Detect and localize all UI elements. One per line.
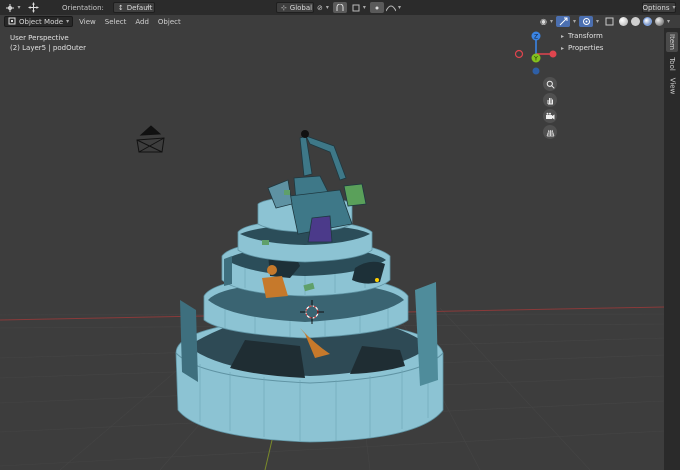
overlays-toggle-icon[interactable] xyxy=(579,16,594,27)
tab-item-label: Item xyxy=(668,34,676,50)
pivot-point-icon[interactable]: ⊘ xyxy=(314,2,326,13)
disclosure-triangle-icon: ▸ xyxy=(561,44,565,52)
shading-rendered-icon[interactable] xyxy=(655,17,665,26)
3d-viewport[interactable]: User Perspective (2) Layer5 | podOuter Z… xyxy=(0,28,664,470)
chevron-down-icon: ▾ xyxy=(146,4,150,11)
light-object xyxy=(301,130,309,138)
tab-view[interactable]: View xyxy=(666,76,678,96)
snap-target-icon[interactable] xyxy=(349,2,363,13)
sidebar-panel: ▸ Transform ▸ Properties xyxy=(561,28,664,58)
cake-model[interactable] xyxy=(175,130,444,443)
menu-object[interactable]: Object xyxy=(155,18,184,26)
move-arrows-icon xyxy=(26,2,40,13)
x-axis-ball[interactable] xyxy=(549,50,557,58)
panel-properties-label: Properties xyxy=(568,44,604,52)
options-label: Options xyxy=(642,3,670,12)
chevron-down-icon: ▾ xyxy=(397,4,401,11)
transform-space-icon: ⊹ xyxy=(280,3,287,12)
gizmo-toggle-icon[interactable] xyxy=(556,16,570,27)
menu-add[interactable]: Add xyxy=(132,18,152,26)
snap-toggle-icon[interactable] xyxy=(332,2,347,13)
perspective-toggle-icon[interactable] xyxy=(543,125,557,139)
menu-select[interactable]: Select xyxy=(102,18,130,26)
neg-x-axis-ball[interactable] xyxy=(514,49,524,59)
xray-toggle-icon[interactable] xyxy=(602,16,616,27)
navigation-gizmo[interactable]: Z Y xyxy=(510,28,560,78)
editor-type-button[interactable]: ▾ xyxy=(3,2,21,13)
panel-properties-header[interactable]: ▸ Properties xyxy=(561,42,664,54)
sidebar-tabs: Item Tool View xyxy=(664,28,680,470)
viewport-scene xyxy=(0,125,664,470)
chevron-down-icon: ▾ xyxy=(17,4,21,11)
chevron-down-icon: ▾ xyxy=(362,4,366,11)
chevron-down-icon: ▾ xyxy=(573,18,577,25)
transform-space-dropdown[interactable]: ⊹ Global xyxy=(275,2,314,13)
neg-z-axis-ball[interactable] xyxy=(532,67,540,75)
visibility-icon[interactable]: ◉ xyxy=(540,17,547,26)
chevron-down-icon: ▾ xyxy=(325,4,329,11)
orientation-label: Orientation: xyxy=(62,3,104,12)
y-axis-letter: Y xyxy=(533,56,538,63)
object-mode-icon xyxy=(8,17,16,27)
chevron-down-icon: ▾ xyxy=(596,18,600,25)
viewport-shading-controls: ◉ ▾ ▾ ▾ ▾ xyxy=(540,15,670,28)
object-origin xyxy=(375,278,379,282)
transform-space-value: Global xyxy=(289,3,313,12)
interaction-mode-label: Object Mode xyxy=(19,17,64,26)
proportional-edit-icon[interactable] xyxy=(369,2,384,13)
shading-material-icon[interactable] xyxy=(643,17,653,26)
viewport-info-overlay: User Perspective (2) Layer5 | podOuter xyxy=(10,33,86,53)
menu-view[interactable]: View xyxy=(76,18,99,26)
panel-transform-label: Transform xyxy=(568,32,603,40)
chevron-down-icon: ▾ xyxy=(66,18,70,25)
chevron-down-icon: ▾ xyxy=(667,18,671,25)
disclosure-triangle-icon: ▸ xyxy=(561,32,565,40)
shading-wireframe-icon[interactable] xyxy=(619,17,629,26)
tab-item[interactable]: Item xyxy=(666,32,678,52)
options-dropdown[interactable]: Options ▾ xyxy=(642,2,676,13)
chevron-down-icon: ▾ xyxy=(672,4,676,11)
panel-transform-header[interactable]: ▸ Transform xyxy=(561,30,664,42)
transform-gizmo-icon xyxy=(3,2,17,13)
camera-object[interactable] xyxy=(136,125,165,153)
falloff-curve-icon[interactable] xyxy=(384,2,398,13)
interaction-mode-dropdown[interactable]: Object Mode ▾ xyxy=(4,16,74,27)
view-perspective-label: User Perspective xyxy=(10,34,69,42)
chevron-down-icon: ▾ xyxy=(549,18,553,25)
move-tool-button[interactable] xyxy=(25,2,41,13)
top-header-bar: ▾ Orientation: ↕ Default ▾ ⊹ Global ⊘ ▾ … xyxy=(0,0,680,15)
active-object-label: (2) Layer5 | podOuter xyxy=(10,44,86,52)
pan-hand-icon[interactable] xyxy=(543,93,557,107)
camera-view-icon[interactable] xyxy=(543,109,557,123)
zoom-icon[interactable] xyxy=(543,77,557,91)
z-axis-letter: Z xyxy=(534,34,538,41)
tab-tool[interactable]: Tool xyxy=(666,54,678,74)
orientation-icon: ↕ xyxy=(117,3,124,12)
tab-tool-label: Tool xyxy=(668,57,677,71)
tab-view-label: View xyxy=(668,77,676,95)
shading-solid-icon[interactable] xyxy=(631,17,641,26)
